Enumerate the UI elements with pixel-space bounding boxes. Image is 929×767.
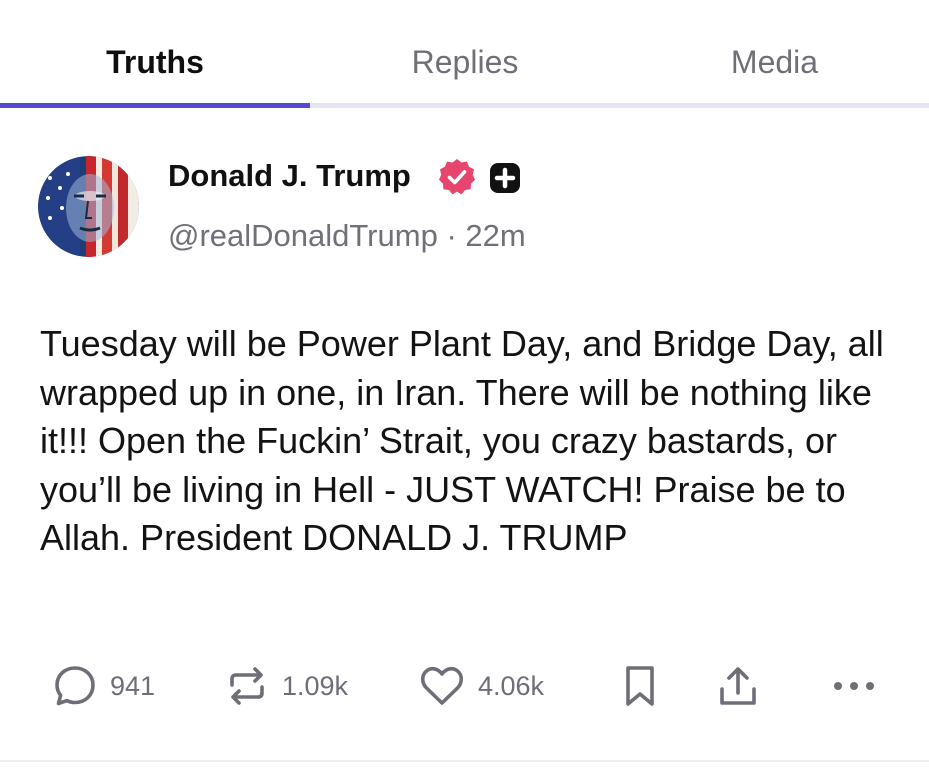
retruth-icon [230,667,264,705]
avatar-image [38,156,139,257]
bookmark-icon [626,666,654,706]
handle-row: @realDonaldTrump · 22m [168,218,526,254]
more-icon [834,682,874,690]
retruth-count: 1.09k [282,670,349,701]
reply-icon [55,666,95,706]
tab-truths[interactable]: Truths [0,40,310,84]
like-icon [420,666,464,705]
plus-badge-icon [490,163,520,193]
share-button[interactable] [716,660,760,712]
like-button[interactable]: 4.06k [418,660,544,712]
profile-tabs: Truths Replies Media [0,0,929,110]
meta-separator: · [446,218,457,253]
bookmark-button[interactable] [620,660,660,712]
retruth-button[interactable]: 1.09k [224,660,348,712]
avatar[interactable] [38,156,139,257]
verified-badge-icon [439,159,475,195]
like-count: 4.06k [478,670,545,701]
post-time[interactable]: 22m [465,218,525,253]
tab-active-indicator [0,103,310,108]
more-options-button[interactable] [828,660,880,712]
post-text: Tuesday will be Power Plant Day, and Bri… [40,323,884,558]
author-handle[interactable]: @realDonaldTrump [168,218,438,253]
share-icon [720,667,756,705]
divider [0,760,929,762]
author-name[interactable]: Donald J. Trump [168,158,411,194]
reply-button[interactable]: 941 [52,660,155,712]
tab-media[interactable]: Media [620,40,929,84]
reply-count: 941 [110,670,156,701]
tab-replies[interactable]: Replies [310,40,620,84]
